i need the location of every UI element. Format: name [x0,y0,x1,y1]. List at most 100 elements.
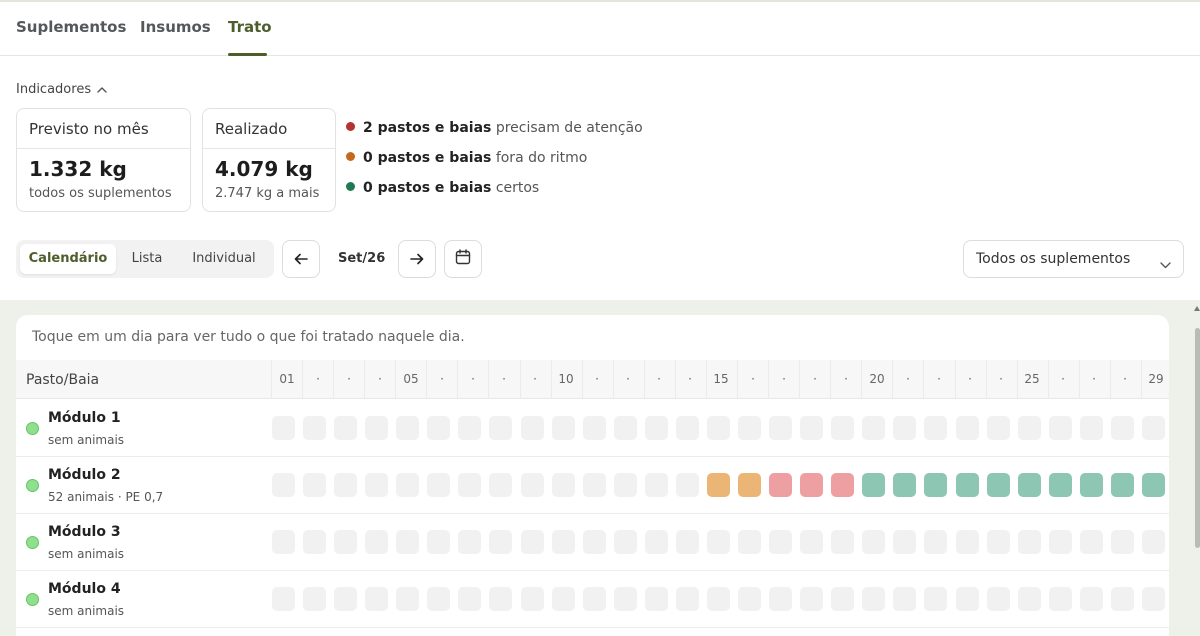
day-cell[interactable] [458,473,481,497]
day-cell[interactable] [552,416,575,440]
day-cell[interactable] [365,473,388,497]
day-cell[interactable] [458,416,481,440]
day-cell[interactable] [1111,416,1134,440]
day-cell[interactable] [303,416,326,440]
day-cell[interactable] [334,416,357,440]
day-cell[interactable] [676,530,699,554]
day-cell[interactable] [987,473,1010,497]
day-cell[interactable] [1080,587,1103,611]
day-cell[interactable] [800,530,823,554]
day-cell[interactable] [738,530,761,554]
day-cell[interactable] [1111,473,1134,497]
day-cell[interactable] [707,587,730,611]
day-cell[interactable] [303,587,326,611]
day-cell[interactable] [769,473,792,497]
day-cell[interactable] [645,530,668,554]
day-cell[interactable] [272,587,295,611]
tab-suplementos[interactable]: Suplementos [16,18,126,36]
day-cell[interactable] [552,587,575,611]
day-cell[interactable] [334,473,357,497]
day-cell[interactable] [676,416,699,440]
day-cell[interactable] [893,473,916,497]
day-cell[interactable] [707,416,730,440]
day-cell[interactable] [458,587,481,611]
day-cell[interactable] [1142,587,1165,611]
day-cell[interactable] [893,530,916,554]
day-cell[interactable] [1018,587,1041,611]
day-cell[interactable] [614,530,637,554]
day-cell[interactable] [924,473,947,497]
day-cell[interactable] [1111,587,1134,611]
day-cell[interactable] [489,473,512,497]
day-cell[interactable] [707,473,730,497]
day-cell[interactable] [924,530,947,554]
day-cell[interactable] [1049,587,1072,611]
day-cell[interactable] [272,530,295,554]
day-cell[interactable] [1018,473,1041,497]
day-cell[interactable] [552,473,575,497]
supplement-select[interactable]: Todos os suplementos [963,240,1184,278]
day-cell[interactable] [956,530,979,554]
day-cell[interactable] [987,416,1010,440]
day-cell[interactable] [831,530,854,554]
day-cell[interactable] [489,530,512,554]
day-cell[interactable] [1142,473,1165,497]
day-cell[interactable] [645,473,668,497]
day-cell[interactable] [1080,530,1103,554]
day-cell[interactable] [396,416,419,440]
day-cell[interactable] [583,416,606,440]
day-cell[interactable] [924,416,947,440]
next-month-button[interactable] [398,240,436,278]
day-cell[interactable] [1049,473,1072,497]
day-cell[interactable] [583,473,606,497]
day-cell[interactable] [427,530,450,554]
scroll-up-arrow-icon[interactable] [1194,306,1200,311]
day-cell[interactable] [427,587,450,611]
day-cell[interactable] [738,473,761,497]
day-cell[interactable] [1111,530,1134,554]
day-cell[interactable] [769,530,792,554]
day-cell[interactable] [831,587,854,611]
day-cell[interactable] [645,587,668,611]
day-cell[interactable] [365,530,388,554]
day-cell[interactable] [800,587,823,611]
day-cell[interactable] [1018,530,1041,554]
day-cell[interactable] [489,416,512,440]
prev-month-button[interactable] [282,240,320,278]
day-cell[interactable] [862,473,885,497]
tab-insumos[interactable]: Insumos [140,18,211,36]
day-cell[interactable] [924,587,947,611]
day-cell[interactable] [862,530,885,554]
day-cell[interactable] [1142,416,1165,440]
day-cell[interactable] [334,587,357,611]
day-cell[interactable] [396,473,419,497]
day-cell[interactable] [583,587,606,611]
day-cell[interactable] [334,530,357,554]
day-cell[interactable] [427,416,450,440]
day-cell[interactable] [862,587,885,611]
day-cell[interactable] [676,473,699,497]
day-cell[interactable] [831,473,854,497]
day-cell[interactable] [521,416,544,440]
day-cell[interactable] [800,416,823,440]
day-cell[interactable] [521,473,544,497]
view-calendario-button[interactable]: Calendário [20,244,116,274]
day-cell[interactable] [1142,530,1165,554]
view-lista-button[interactable]: Lista [116,244,178,274]
day-cell[interactable] [365,416,388,440]
day-cell[interactable] [893,416,916,440]
day-cell[interactable] [521,587,544,611]
day-cell[interactable] [1018,416,1041,440]
day-cell[interactable] [769,416,792,440]
day-cell[interactable] [521,530,544,554]
day-cell[interactable] [893,587,916,611]
calendar-picker-button[interactable] [444,240,482,278]
day-cell[interactable] [583,530,606,554]
day-cell[interactable] [1080,473,1103,497]
day-cell[interactable] [614,473,637,497]
scrollbar-thumb[interactable] [1195,328,1200,548]
day-cell[interactable] [800,473,823,497]
day-cell[interactable] [862,416,885,440]
day-cell[interactable] [396,530,419,554]
day-cell[interactable] [738,587,761,611]
